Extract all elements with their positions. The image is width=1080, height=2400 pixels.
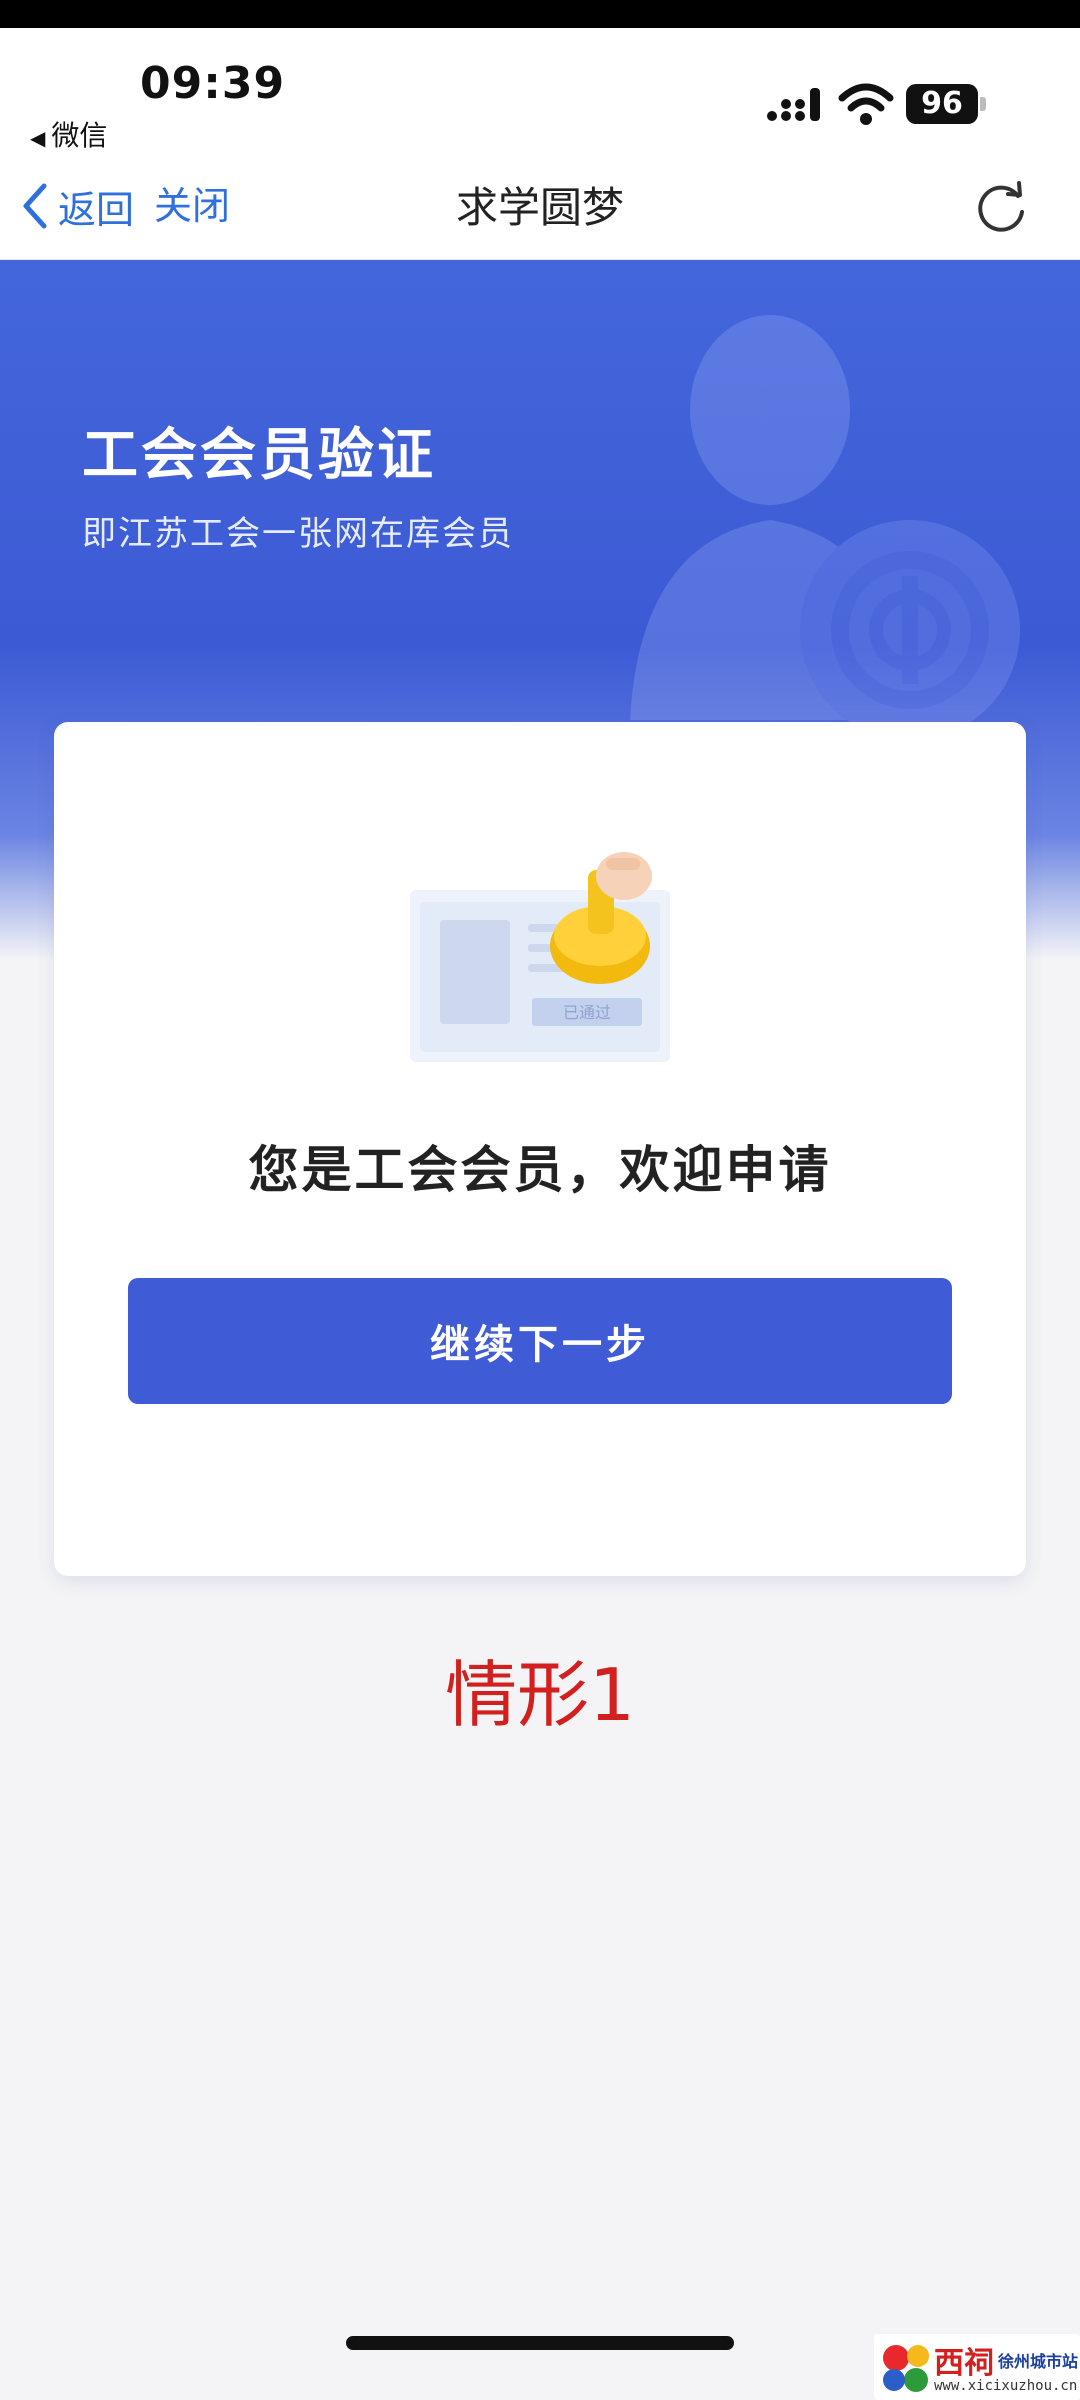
back-app-label: 微信	[51, 119, 108, 152]
pinwheel-logo-icon	[883, 2345, 929, 2392]
watermark-url: www.xicixuzhou.cn	[934, 2378, 1078, 2394]
back-triangle-icon: ◀	[30, 126, 46, 150]
wifi-icon	[838, 83, 894, 125]
watermark-city: 徐州城市站	[998, 2352, 1079, 2371]
battery-level: 96	[906, 84, 978, 124]
back-button[interactable]: 返回	[18, 176, 134, 236]
status-bar: 09:39 ◀ 微信 96	[0, 28, 1080, 158]
hero-subtitle: 即江苏工会一张网在库会员	[82, 514, 514, 554]
close-button[interactable]: 关闭	[154, 176, 230, 236]
top-black-bar	[0, 0, 1080, 28]
illustration-badge-text: 已通过	[563, 1003, 611, 1022]
approval-stamp-icon: 已通过	[410, 852, 670, 1062]
battery-cap	[980, 97, 986, 111]
scenario-label: 情形1	[445, 1653, 635, 1737]
chevron-left-icon	[23, 183, 47, 229]
back-to-app-link[interactable]: ◀ 微信	[30, 114, 107, 154]
member-silhouette-icon	[630, 315, 1020, 740]
cellular-signal-icon	[767, 88, 820, 121]
home-indicator[interactable]	[346, 2336, 734, 2350]
member-welcome-message: 您是工会会员，欢迎申请	[248, 1141, 832, 1199]
hero-title: 工会会员验证	[82, 423, 436, 488]
refresh-icon[interactable]	[972, 180, 1030, 238]
battery-indicator: 96	[906, 84, 986, 124]
verification-card: 已通过 您是工会会员，欢迎申请 继续下一步	[54, 722, 1026, 1576]
back-button-label: 返回	[58, 187, 135, 232]
nav-bar: 返回 关闭 求学圆梦	[0, 158, 1080, 260]
site-watermark: 西祠 徐州城市站 www.xicixuzhou.cn	[874, 2334, 1080, 2400]
continue-next-button[interactable]: 继续下一步	[128, 1278, 952, 1404]
watermark-brand: 西祠	[934, 2346, 994, 2381]
status-time: 09:39	[140, 58, 286, 109]
